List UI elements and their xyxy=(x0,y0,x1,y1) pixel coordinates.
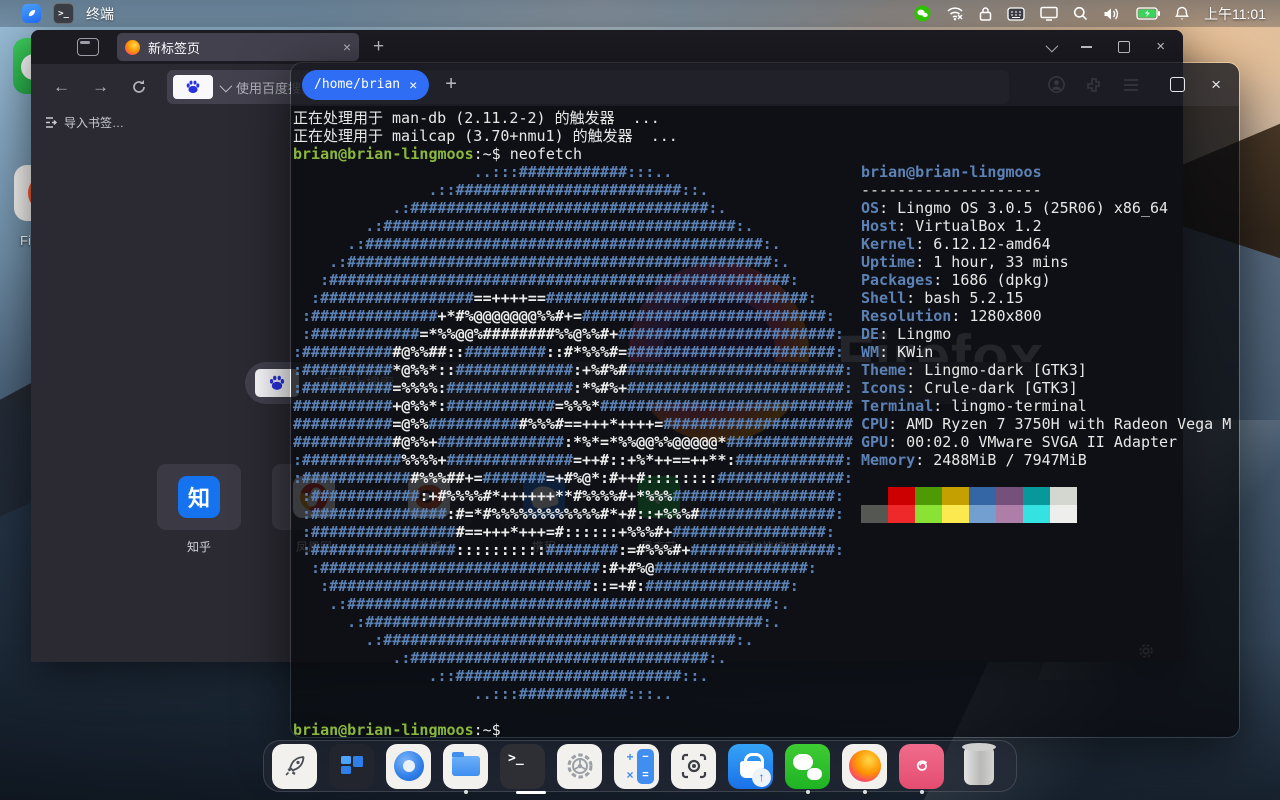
import-bookmarks-item[interactable]: 导入书签… xyxy=(45,114,124,131)
top-bar: >_ 终端 上午11:01 xyxy=(0,0,1280,27)
dock-item-debian[interactable] xyxy=(899,744,944,789)
terminal-output: 正在处理用于 man-db (2.11.2-2) 的触发器 ...正在处理用于 … xyxy=(293,109,853,738)
terminal-body[interactable]: 正在处理用于 man-db (2.11.2-2) 的触发器 ...正在处理用于 … xyxy=(291,106,1239,738)
notifications-bell-icon[interactable] xyxy=(1175,6,1189,21)
tab-title: 新标签页 xyxy=(148,38,335,57)
search-icon[interactable] xyxy=(1073,6,1088,21)
terminal-close-button[interactable]: × xyxy=(1211,79,1221,91)
display-icon[interactable] xyxy=(1040,6,1058,21)
terminal-window: /home/brian × + × 正在处理用于 man-db (2.11.2-… xyxy=(290,62,1240,738)
firefox-view-icon[interactable] xyxy=(77,38,99,56)
launcher-icon[interactable] xyxy=(22,4,41,23)
firefox-close-button[interactable]: × xyxy=(1156,42,1165,52)
reload-button[interactable] xyxy=(131,79,147,95)
tile-zhihu[interactable]: 知 知乎 xyxy=(157,464,241,556)
volume-icon[interactable] xyxy=(1103,7,1121,21)
terminal-new-tab-button[interactable]: + xyxy=(445,73,457,96)
terminal-app-icon[interactable]: >_ xyxy=(53,3,74,24)
neofetch-info-panel: brian@brian-lingmoos--------------------… xyxy=(861,163,1231,469)
dock: >_ +×−= ↑ xyxy=(263,740,1017,792)
terminal-title-bar[interactable]: /home/brian × + × xyxy=(291,63,1239,106)
dock-item-launcher[interactable] xyxy=(272,744,317,789)
firefox-tab-bar: 新标签页 × + × xyxy=(31,30,1183,64)
tab-close-icon[interactable]: × xyxy=(343,40,351,54)
dock-item-screenshot[interactable] xyxy=(671,744,716,789)
dock-item-browser[interactable] xyxy=(386,744,431,789)
tab-list-chevron-icon[interactable] xyxy=(1046,39,1059,52)
clock: 上午11:01 xyxy=(1204,4,1266,24)
search-engine-chip[interactable] xyxy=(173,75,213,99)
dock-item-wechat[interactable] xyxy=(785,744,830,789)
zhihu-icon: 知 xyxy=(178,476,220,518)
running-indicator xyxy=(920,790,924,794)
desktop-icon-label: Fi xyxy=(20,233,31,248)
import-icon xyxy=(45,116,58,129)
dock-item-calculator[interactable]: +×−= xyxy=(614,744,659,789)
running-indicator xyxy=(516,791,546,794)
forward-button[interactable]: → xyxy=(92,77,109,97)
dock-item-firefox[interactable] xyxy=(842,744,887,789)
tile-label: 知乎 xyxy=(137,538,261,555)
battery-charging-icon[interactable] xyxy=(1136,7,1160,20)
active-app-title: 终端 xyxy=(86,4,114,24)
wifi-disconnected-icon[interactable] xyxy=(946,6,964,21)
terminal-maximize-button[interactable] xyxy=(1170,77,1185,92)
running-indicator xyxy=(806,790,810,794)
firefox-tab-favicon xyxy=(125,40,140,55)
baidu-paw-icon xyxy=(268,374,286,392)
dock-item-files[interactable] xyxy=(443,744,488,789)
neofetch-color-palette xyxy=(861,487,1077,523)
terminal-tab-close-icon[interactable]: × xyxy=(409,78,417,92)
firefox-active-tab[interactable]: 新标签页 × xyxy=(117,33,359,61)
import-bookmarks-label: 导入书签… xyxy=(64,114,124,131)
desktop: Fi 新标签页 × + × ← → xyxy=(0,0,1280,800)
baidu-paw-icon xyxy=(185,79,201,95)
dock-item-trash[interactable] xyxy=(956,744,1001,789)
firefox-minimize-button[interactable] xyxy=(1081,46,1092,48)
running-indicator xyxy=(863,790,867,794)
firefox-maximize-button[interactable] xyxy=(1118,41,1130,53)
search-engine-chevron-icon[interactable] xyxy=(220,79,233,92)
dock-item-settings[interactable] xyxy=(557,744,602,789)
terminal-tab-title: /home/brian xyxy=(314,77,400,92)
lock-icon[interactable] xyxy=(979,6,992,21)
dock-item-terminal[interactable]: >_ xyxy=(500,744,545,789)
new-tab-button[interactable]: + xyxy=(373,36,384,58)
input-method-icon[interactable] xyxy=(1007,7,1025,21)
running-indicator xyxy=(464,790,468,794)
dock-item-workspaces[interactable] xyxy=(329,744,374,789)
wechat-tray-icon[interactable] xyxy=(914,5,931,22)
back-button[interactable]: ← xyxy=(53,77,70,97)
dock-item-appstore[interactable]: ↑ xyxy=(728,744,773,789)
terminal-tab[interactable]: /home/brian × xyxy=(302,70,429,100)
